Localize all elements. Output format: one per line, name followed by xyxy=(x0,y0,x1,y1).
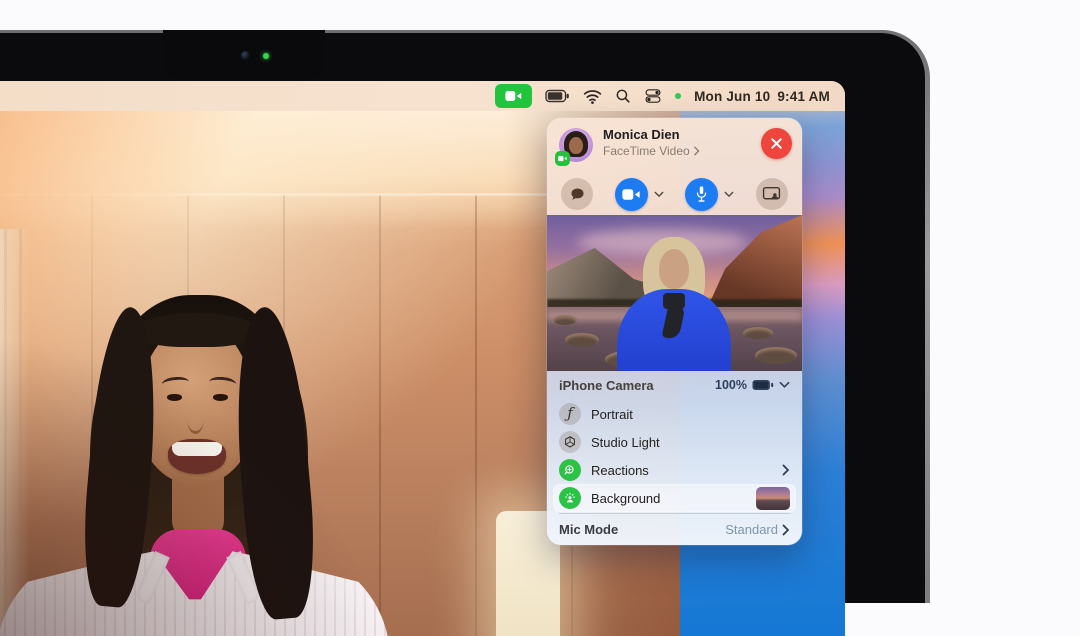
chevron-right-icon xyxy=(782,524,789,535)
recording-indicator-dot xyxy=(675,93,682,99)
camera-source-label: iPhone Camera xyxy=(559,377,654,393)
video-camera-icon xyxy=(505,91,522,101)
screen-share-button[interactable] xyxy=(755,178,788,210)
effect-row-background[interactable]: Background xyxy=(553,484,796,512)
control-center-icon[interactable] xyxy=(644,88,662,104)
studio-light-cube-icon xyxy=(559,431,581,453)
avatar-face xyxy=(569,137,583,154)
video-menu-popover: Monica Dien FaceTime Video iPhone Camera… xyxy=(547,118,802,545)
effects-list: ƒ Portrait Studio Light Reactions Backgr… xyxy=(553,400,796,512)
effect-label: Portrait xyxy=(591,406,633,422)
battery-icon[interactable] xyxy=(545,88,570,105)
messages-button[interactable] xyxy=(561,178,593,210)
mic-mode-value-group: Standard xyxy=(725,522,790,537)
effect-row-reactions[interactable]: Reactions xyxy=(553,456,796,484)
background-person-icon xyxy=(559,487,581,509)
chevron-right-icon xyxy=(693,146,699,156)
microphone-icon xyxy=(697,186,707,202)
effect-row-studio-light[interactable]: Studio Light xyxy=(553,428,796,456)
preview-rock xyxy=(743,327,773,339)
preview-self-scarf xyxy=(663,293,685,309)
chat-bubble-icon xyxy=(570,187,584,200)
video-menu-extra[interactable] xyxy=(495,84,533,108)
chevron-right-icon xyxy=(782,464,789,476)
menu-bar-date: Mon Jun 10 xyxy=(694,88,771,104)
menu-bar: Mon Jun 10 9:41 AM xyxy=(0,81,845,111)
call-controls xyxy=(547,173,802,215)
status-items: Mon Jun 10 9:41 AM xyxy=(495,81,830,111)
mic-control-group xyxy=(685,177,734,211)
mic-mode-row[interactable]: Mic Mode Standard xyxy=(547,514,802,545)
camera-source-status: 100% xyxy=(715,378,790,392)
preview-rock xyxy=(553,315,577,325)
chevron-down-icon[interactable] xyxy=(779,381,790,389)
mic-mode-value: Standard xyxy=(725,522,778,537)
video-camera-icon xyxy=(622,188,640,200)
camera-toggle-button[interactable] xyxy=(614,177,648,211)
contact-name: Monica Dien xyxy=(603,127,680,142)
reactions-icon xyxy=(559,459,581,481)
video-control-group xyxy=(614,177,664,211)
mic-mode-label: Mic Mode xyxy=(559,522,619,537)
background-thumbnail xyxy=(756,486,790,510)
effect-label: Studio Light xyxy=(591,434,660,450)
chevron-down-icon[interactable] xyxy=(724,191,734,198)
effect-label: Reactions xyxy=(591,462,649,478)
search-icon[interactable] xyxy=(615,88,631,104)
preview-rock xyxy=(755,347,797,364)
battery-percent: 100% xyxy=(715,378,747,392)
call-type-link[interactable]: FaceTime Video xyxy=(603,144,700,158)
facetime-badge-icon xyxy=(555,151,570,166)
effect-row-portrait[interactable]: ƒ Portrait xyxy=(553,400,796,428)
screen-share-icon xyxy=(763,186,781,200)
webcam-lens xyxy=(241,51,250,60)
mic-toggle-button[interactable] xyxy=(685,177,719,211)
display-bezel: Mon Jun 10 9:41 AM Monica Dien FaceTime … xyxy=(0,33,925,636)
call-type-label: FaceTime Video xyxy=(603,144,690,158)
close-icon xyxy=(771,138,782,149)
menu-bar-clock[interactable]: Mon Jun 10 9:41 AM xyxy=(694,89,830,104)
macbook-chassis: Mon Jun 10 9:41 AM Monica Dien FaceTime … xyxy=(0,30,930,636)
call-header: Monica Dien FaceTime Video xyxy=(547,118,802,173)
portrait-f-icon: ƒ xyxy=(559,403,581,425)
camera-preview xyxy=(547,215,802,371)
end-call-button[interactable] xyxy=(761,128,792,159)
preview-rock xyxy=(565,333,599,347)
menu-bar-time: 9:41 AM xyxy=(777,88,830,104)
camera-source-row[interactable]: iPhone Camera 100% xyxy=(547,371,802,399)
display-notch xyxy=(163,30,325,78)
effect-label: Background xyxy=(591,490,661,506)
wifi-icon[interactable] xyxy=(583,89,602,104)
chevron-down-icon[interactable] xyxy=(654,191,664,198)
battery-full-icon xyxy=(752,379,774,391)
preview-self-face xyxy=(659,249,689,289)
desktop-screen: Mon Jun 10 9:41 AM Monica Dien FaceTime … xyxy=(0,81,845,636)
camera-active-light xyxy=(263,53,269,59)
